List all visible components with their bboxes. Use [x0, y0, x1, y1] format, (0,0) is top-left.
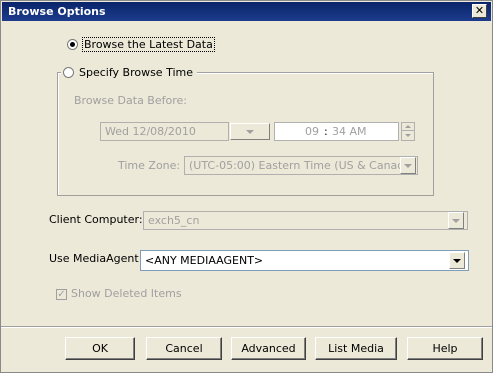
show-deleted-label: Show Deleted Items [71, 287, 182, 300]
time-spinner[interactable] [401, 122, 415, 141]
browse-before-label: Browse Data Before: [74, 94, 187, 107]
time-minute-ampm: 34 AM [332, 125, 367, 138]
media-agent-label: Use MediaAgent [49, 252, 139, 265]
time-hour: 09 [305, 125, 319, 138]
timezone-select[interactable]: (UTC-05:00) Eastern Time (US & Canada) [184, 156, 418, 175]
window-title: Browse Options [8, 5, 106, 18]
list-media-button[interactable]: List Media [315, 337, 397, 360]
chevron-down-icon [452, 218, 460, 223]
time-field[interactable]: 09 : 34 AM [274, 122, 399, 141]
spin-down-icon[interactable] [402, 131, 414, 139]
client-computer-label-text: Client Computer: [49, 213, 143, 226]
client-computer-dropdown-button[interactable] [448, 212, 464, 229]
close-button[interactable]: ✕ [472, 4, 487, 18]
button-separator [1, 326, 492, 328]
date-dropdown-button[interactable] [230, 123, 270, 140]
advanced-button[interactable]: Advanced [231, 337, 306, 360]
show-deleted-checkbox[interactable]: ✓ [56, 289, 67, 300]
time-separator: : [324, 125, 328, 138]
timezone-dropdown-button[interactable] [400, 157, 416, 174]
title-bar: Browse Options ✕ [2, 2, 491, 21]
date-field[interactable]: Wed 12/08/2010 [100, 122, 229, 141]
client-computer-select[interactable]: exch5_cn [143, 211, 468, 230]
chevron-down-icon [453, 258, 461, 263]
spin-up-icon[interactable] [402, 123, 414, 131]
specify-time-option[interactable]: Specify Browse Time [61, 64, 197, 80]
chevron-down-icon [404, 163, 412, 168]
media-agent-select[interactable]: <ANY MEDIAAGENT> [140, 250, 469, 271]
browse-latest-label[interactable]: Browse the Latest Data [82, 37, 215, 52]
browse-latest-radio[interactable] [67, 39, 78, 50]
cancel-button[interactable]: Cancel [146, 337, 222, 360]
specify-time-radio[interactable] [63, 66, 74, 78]
chevron-down-icon [246, 129, 254, 134]
ok-button[interactable]: OK [65, 337, 135, 360]
client-computer-label: Client Computer: [49, 213, 143, 226]
specify-time-label[interactable]: Specify Browse Time [79, 66, 193, 79]
browse-options-dialog: Browse Options ✕ Browse the Latest Data … [0, 0, 493, 373]
media-agent-dropdown-button[interactable] [449, 252, 465, 269]
timezone-label: Time Zone: [118, 159, 181, 172]
help-button[interactable]: Help [407, 337, 483, 360]
